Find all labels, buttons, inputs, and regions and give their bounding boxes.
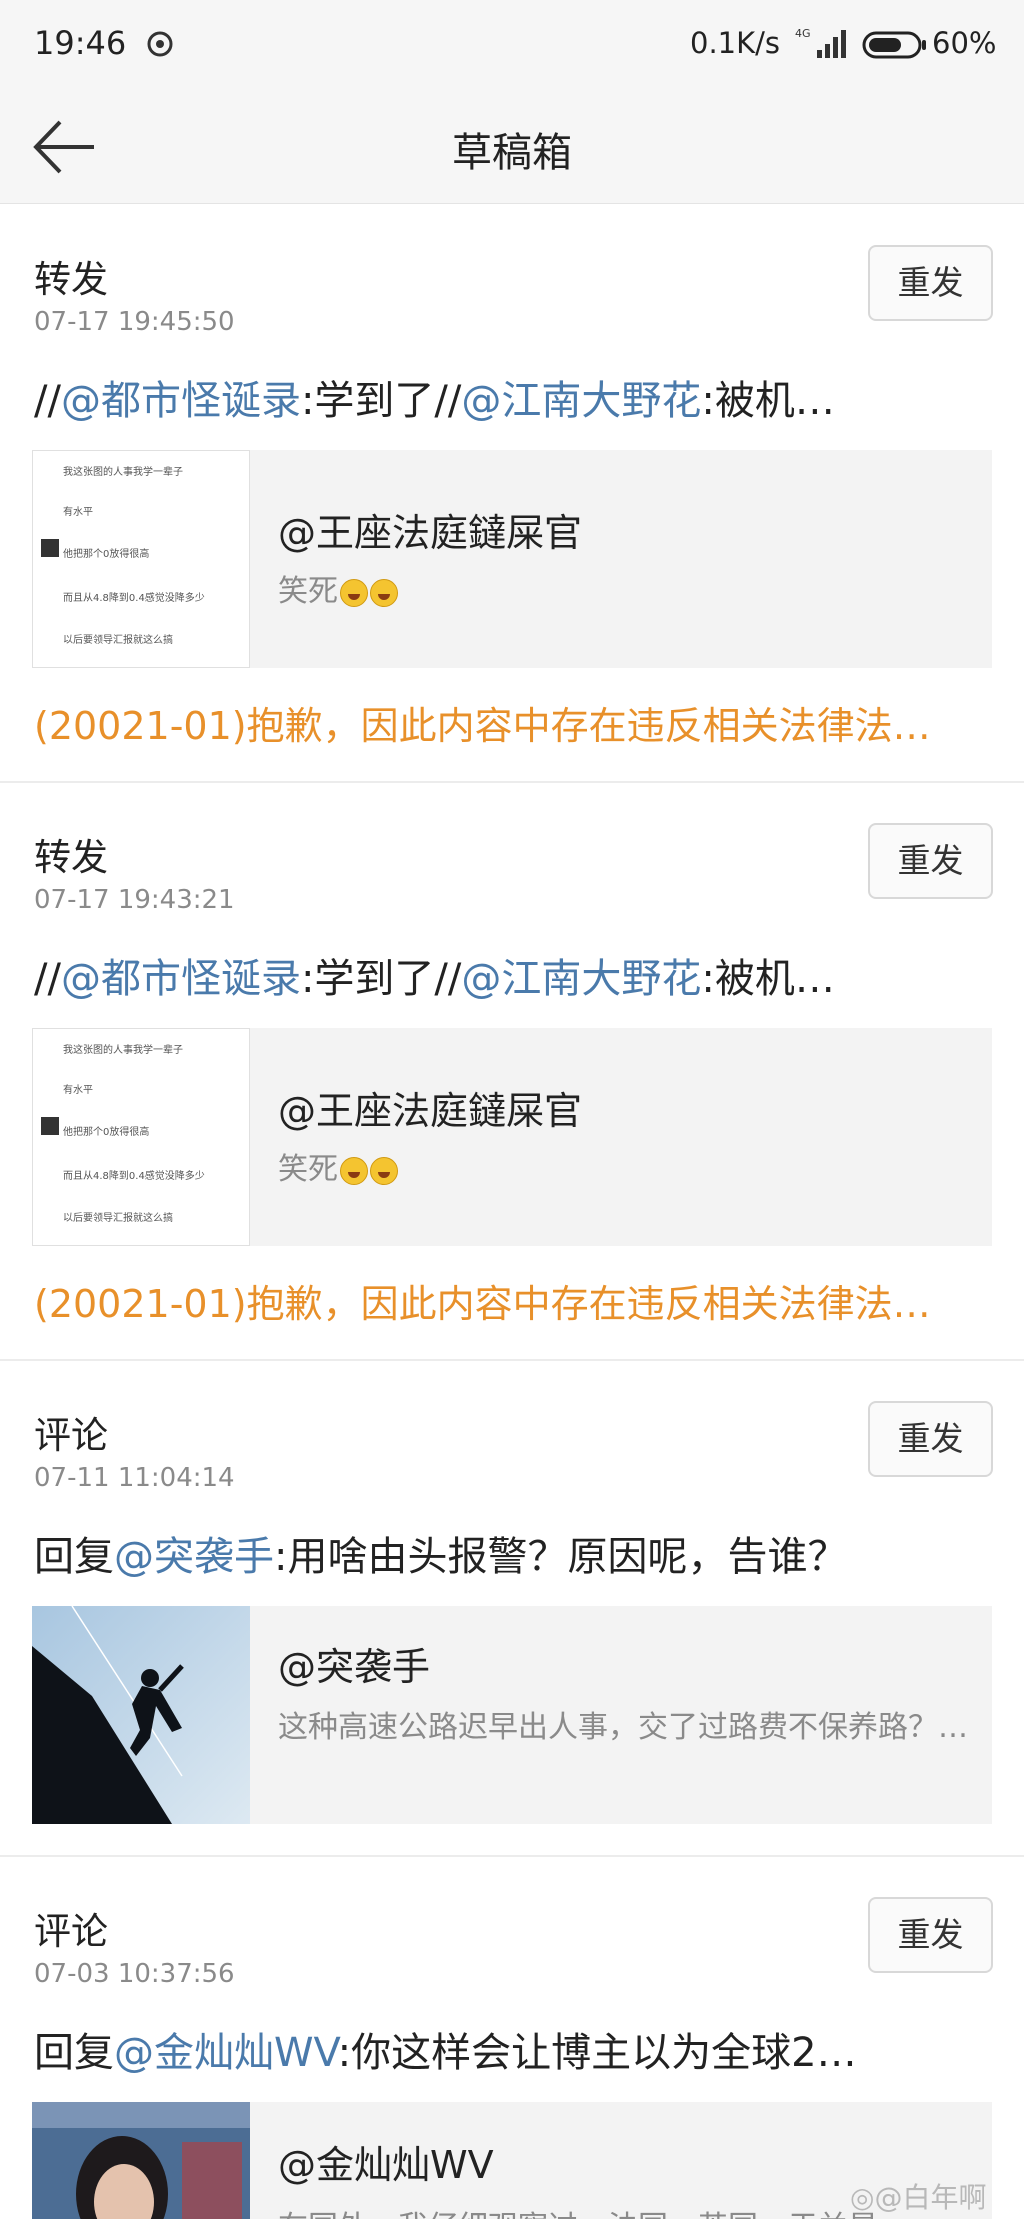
mention-link[interactable]: @江南大野花 bbox=[461, 378, 701, 424]
resend-button[interactable]: 重发 bbox=[868, 1897, 993, 1973]
quoted-author: @突袭手 bbox=[278, 1645, 431, 1689]
laugh-cry-emoji-icon bbox=[340, 1156, 368, 1185]
quoted-body: 这种高速公路迟早出人事，交了过路费不保养路？… bbox=[278, 1710, 968, 1745]
laugh-cry-emoji-icon bbox=[370, 1156, 398, 1185]
draft-time: 07-17 19:43:21 bbox=[34, 885, 235, 915]
portrait-photo-image bbox=[32, 2102, 250, 2219]
mention-link[interactable]: @金灿灿WV bbox=[114, 2030, 338, 2076]
chat-screenshot-thumbnail: 我这张图的人事我学一辈子 有水平 他把那个0放得很高 而且从4.8降到0.4感觉… bbox=[32, 450, 250, 668]
quoted-post[interactable]: 我这张图的人事我学一辈子 有水平 他把那个0放得很高 而且从4.8降到0.4感觉… bbox=[32, 450, 992, 668]
mention-link[interactable]: @突袭手 bbox=[114, 1534, 274, 1580]
weibo-watermark: ◎@白年啊 bbox=[850, 2176, 986, 2216]
draft-text: //@都市怪诞录:学到了//@江南大野花:被机… bbox=[34, 373, 996, 429]
watermark-text: @白年啊 bbox=[874, 2181, 987, 2214]
status-time: 19:46 bbox=[34, 24, 127, 62]
text-mid: :学到了// bbox=[300, 956, 462, 1002]
draft-time: 07-17 19:45:50 bbox=[34, 307, 235, 337]
battery-percent: 60% bbox=[932, 26, 997, 60]
page-title: 草稿箱 bbox=[452, 130, 572, 176]
thumb-line: 我这张图的人事我学一辈子 bbox=[63, 1045, 183, 1056]
resend-button[interactable]: 重发 bbox=[868, 1401, 993, 1477]
quoted-post[interactable]: 我这张图的人事我学一辈子 有水平 他把那个0放得很高 而且从4.8降到0.4感觉… bbox=[32, 1028, 992, 1246]
draft-time: 07-11 11:04:14 bbox=[34, 1463, 235, 1493]
mention-link[interactable]: @都市怪诞录 bbox=[61, 378, 301, 424]
text-suffix: :被机… bbox=[701, 378, 835, 424]
thumb-line: 他把那个0放得很高 bbox=[63, 549, 150, 560]
text-prefix: // bbox=[34, 956, 61, 1002]
thumb-line: 以后要领导汇报就这么搞 bbox=[63, 1213, 173, 1224]
quoted-post[interactable]: @金灿灿WV 在国外，我仔细观察过，法国，英国，于兰是 bbox=[32, 2102, 992, 2219]
thumb-line: 而且从4.8降到0.4感觉没降多少 bbox=[63, 593, 205, 604]
mention-link[interactable]: @江南大野花 bbox=[461, 956, 701, 1002]
thumb-line: 而且从4.8降到0.4感觉没降多少 bbox=[63, 1171, 205, 1182]
quoted-author: @王座法庭鐽屎官 bbox=[278, 1089, 583, 1133]
draft-type: 转发 bbox=[34, 258, 108, 301]
text-suffix: :用啥由头报警？原因呢，告谁？ bbox=[274, 1534, 848, 1580]
draft-text: 回复@突袭手:用啥由头报警？原因呢，告谁？ bbox=[34, 1529, 996, 1585]
draft-item[interactable]: 转发 07-17 19:45:50 重发 //@都市怪诞录:学到了//@江南大野… bbox=[0, 205, 1024, 783]
quoted-body-text: 笑死 bbox=[278, 574, 338, 609]
portrait-photo-thumbnail bbox=[32, 2102, 250, 2219]
nav-bar: 草稿箱 bbox=[0, 92, 1024, 204]
text-mid: :学到了// bbox=[300, 378, 462, 424]
thumb-line: 我这张图的人事我学一辈子 bbox=[63, 467, 183, 478]
mention-link[interactable]: @都市怪诞录 bbox=[61, 956, 301, 1002]
quoted-author: @金灿灿WV bbox=[278, 2143, 494, 2187]
text-suffix: :你这样会让博主以为全球2… bbox=[337, 2030, 857, 2076]
text-suffix: :被机… bbox=[701, 956, 835, 1002]
avatar bbox=[41, 1117, 59, 1135]
weibo-logo-icon: ◎ bbox=[850, 2181, 875, 2214]
climber-photo-image bbox=[32, 1606, 250, 1824]
status-bar: 19:46 0.1K/s 4G 60% bbox=[0, 0, 1024, 92]
quoted-body-text: 笑死 bbox=[278, 1152, 338, 1187]
draft-time: 07-03 10:37:56 bbox=[34, 1959, 235, 1989]
network-logo-icon bbox=[147, 31, 173, 57]
resend-button[interactable]: 重发 bbox=[868, 823, 993, 899]
quoted-body: 笑死 bbox=[278, 570, 968, 614]
text-prefix: 回复 bbox=[34, 2030, 114, 2076]
draft-text: //@都市怪诞录:学到了//@江南大野花:被机… bbox=[34, 951, 996, 1007]
quoted-post[interactable]: @突袭手 这种高速公路迟早出人事，交了过路费不保养路？… bbox=[32, 1606, 992, 1824]
laugh-cry-emoji-icon bbox=[370, 578, 398, 607]
thumb-line: 他把那个0放得很高 bbox=[63, 1127, 150, 1138]
draft-type: 评论 bbox=[34, 1414, 108, 1457]
signal-icon: 4G bbox=[795, 27, 846, 58]
chat-screenshot-thumbnail: 我这张图的人事我学一辈子 有水平 他把那个0放得很高 而且从4.8降到0.4感觉… bbox=[32, 1028, 250, 1246]
draft-type: 评论 bbox=[34, 1910, 108, 1953]
quoted-author: @王座法庭鐽屎官 bbox=[278, 511, 583, 555]
text-prefix: 回复 bbox=[34, 1534, 114, 1580]
thumb-line: 有水平 bbox=[63, 1085, 93, 1096]
draft-item[interactable]: 转发 07-17 19:43:21 重发 //@都市怪诞录:学到了//@江南大野… bbox=[0, 783, 1024, 1361]
draft-text: 回复@金灿灿WV:你这样会让博主以为全球2… bbox=[34, 2025, 996, 2081]
resend-button[interactable]: 重发 bbox=[868, 245, 993, 321]
text-prefix: // bbox=[34, 378, 61, 424]
draft-item[interactable]: 评论 07-03 10:37:56 重发 回复@金灿灿WV:你这样会让博主以为全… bbox=[0, 1857, 1024, 2219]
thumb-line: 以后要领导汇报就这么搞 bbox=[63, 635, 173, 646]
laugh-cry-emoji-icon bbox=[340, 578, 368, 607]
drafts-list: 转发 07-17 19:45:50 重发 //@都市怪诞录:学到了//@江南大野… bbox=[0, 205, 1024, 2219]
network-speed: 0.1K/s bbox=[690, 26, 781, 60]
thumb-line: 有水平 bbox=[63, 507, 93, 518]
draft-item[interactable]: 评论 07-11 11:04:14 重发 回复@突袭手:用啥由头报警？原因呢，告… bbox=[0, 1361, 1024, 1857]
error-message: (20021-01)抱歉，因此内容中存在违反相关法律法… bbox=[34, 704, 931, 748]
quoted-body: 笑死 bbox=[278, 1148, 968, 1192]
network-type: 4G bbox=[795, 27, 811, 40]
draft-type: 转发 bbox=[34, 836, 108, 879]
climber-photo-thumbnail bbox=[32, 1606, 250, 1824]
avatar bbox=[41, 539, 59, 557]
battery-icon bbox=[862, 31, 926, 59]
error-message: (20021-01)抱歉，因此内容中存在违反相关法律法… bbox=[34, 1282, 931, 1326]
